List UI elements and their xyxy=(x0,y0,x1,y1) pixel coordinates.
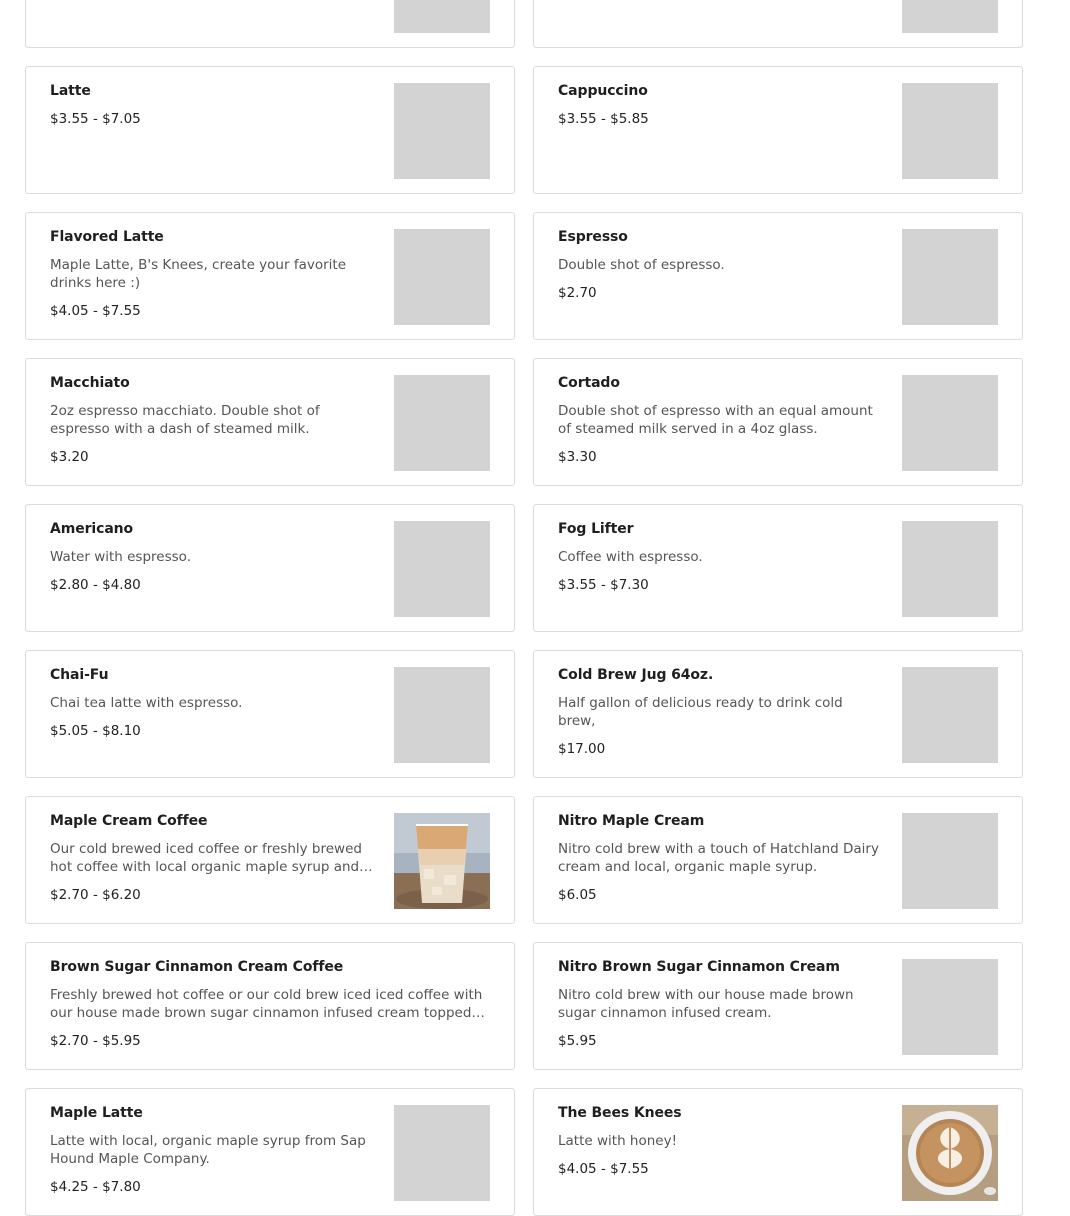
item-price: $4.05 - $7.55 xyxy=(558,1161,649,1177)
item-image-placeholder xyxy=(902,229,998,325)
menu-item-card-maple-cream-coffee[interactable]: Maple Cream Coffee Our cold brewed iced … xyxy=(25,796,515,924)
item-name: Chai-Fu xyxy=(50,667,109,683)
item-description: Coffee with espresso. xyxy=(558,549,703,565)
item-name: Cold Brew Jug 64oz. xyxy=(558,667,714,683)
item-price: $3.55 - $5.85 xyxy=(558,111,649,127)
item-description: Nitro cold brew with a touch of Hatchlan… xyxy=(558,841,879,875)
menu-item-card-latte[interactable]: Latte $3.55 - $7.05 xyxy=(25,66,515,194)
item-price: $4.25 - $7.80 xyxy=(50,1179,141,1195)
item-image-placeholder xyxy=(902,959,998,1055)
item-name: Cortado xyxy=(558,375,620,391)
menu-item-card-macchiato[interactable]: Macchiato 2oz espresso macchiato. Double… xyxy=(25,358,515,486)
item-description: Double shot of espresso. xyxy=(558,257,725,273)
item-image-placeholder xyxy=(902,375,998,471)
menu-item-grid: Latte $3.55 - $7.05 Cappuccino $3.55 - $… xyxy=(0,0,1070,1216)
menu-item-card-espresso[interactable]: Espresso Double shot of espresso. $2.70 xyxy=(533,212,1023,340)
item-image-placeholder xyxy=(394,1105,490,1201)
item-image-placeholder xyxy=(902,83,998,179)
item-price: $2.70 - $6.20 xyxy=(50,887,141,903)
item-description: Nitro cold brew with our house made brow… xyxy=(558,987,854,1021)
item-price: $2.80 - $4.80 xyxy=(50,577,141,593)
item-description: Double shot of espresso with an equal am… xyxy=(558,403,873,437)
item-image-placeholder xyxy=(902,0,998,33)
item-name: Cappuccino xyxy=(558,83,648,99)
menu-item-card-cold-brew-jug[interactable]: Cold Brew Jug 64oz. Half gallon of delic… xyxy=(533,650,1023,778)
menu-item-card-the-bees-knees[interactable]: The Bees Knees Latte with honey! $4.05 -… xyxy=(533,1088,1023,1216)
item-name: Macchiato xyxy=(50,375,130,391)
latte-art-photo-icon xyxy=(902,1105,998,1201)
item-price: $5.05 - $8.10 xyxy=(50,723,141,739)
item-name: Flavored Latte xyxy=(50,229,164,245)
item-name: Espresso xyxy=(558,229,628,245)
item-name: Nitro Maple Cream xyxy=(558,813,705,829)
item-description: Latte with honey! xyxy=(558,1133,677,1149)
iced-coffee-photo-icon xyxy=(394,813,490,909)
item-price: $2.70 xyxy=(558,285,597,301)
item-price: $3.30 xyxy=(558,449,597,465)
item-description: Freshly brewed hot coffee or our cold br… xyxy=(50,987,483,1021)
item-price: $4.05 - $7.55 xyxy=(50,303,141,319)
item-name: Maple Latte xyxy=(50,1105,143,1121)
menu-item-card-cortado[interactable]: Cortado Double shot of espresso with an … xyxy=(533,358,1023,486)
item-image-placeholder xyxy=(394,667,490,763)
item-name: Brown Sugar Cinnamon Cream Coffee xyxy=(50,959,344,975)
menu-item-card-fog-lifter[interactable]: Fog Lifter Coffee with espresso. $3.55 -… xyxy=(533,504,1023,632)
item-image-placeholder xyxy=(394,229,490,325)
item-name: Fog Lifter xyxy=(558,521,634,537)
item-image-placeholder xyxy=(902,813,998,909)
item-description: Chai tea latte with espresso. xyxy=(50,695,243,711)
item-price: $3.55 - $7.05 xyxy=(50,111,141,127)
menu-item-card-nitro-maple-cream[interactable]: Nitro Maple Cream Nitro cold brew with a… xyxy=(533,796,1023,924)
menu-item-card-maple-latte[interactable]: Maple Latte Latte with local, organic ma… xyxy=(25,1088,515,1216)
menu-item-card-chai-fu[interactable]: Chai-Fu Chai tea latte with espresso. $5… xyxy=(25,650,515,778)
menu-item-card-brown-sugar-cinnamon-cream-coffee[interactable]: Brown Sugar Cinnamon Cream Coffee Freshl… xyxy=(25,942,515,1070)
item-description: Latte with local, organic maple syrup fr… xyxy=(50,1133,366,1167)
item-image-placeholder xyxy=(394,0,490,33)
item-name: The Bees Knees xyxy=(558,1105,682,1121)
item-price: $17.00 xyxy=(558,741,606,757)
item-description: Water with espresso. xyxy=(50,549,191,565)
item-price: $3.55 - $7.30 xyxy=(558,577,649,593)
item-description: Our cold brewed iced coffee or freshly b… xyxy=(50,841,373,875)
item-image-placeholder xyxy=(902,521,998,617)
menu-item-card-flavored-latte[interactable]: Flavored Latte Maple Latte, B's Knees, c… xyxy=(25,212,515,340)
item-price: $6.05 xyxy=(558,887,597,903)
item-price: $2.70 - $5.95 xyxy=(50,1033,141,1049)
item-name: Americano xyxy=(50,521,134,537)
item-name: Latte xyxy=(50,83,91,99)
item-price: $5.95 xyxy=(558,1033,597,1049)
menu-item-card-cappuccino[interactable]: Cappuccino $3.55 - $5.85 xyxy=(533,66,1023,194)
menu-item-card[interactable] xyxy=(533,0,1023,48)
item-image-placeholder xyxy=(902,667,998,763)
menu-item-card-americano[interactable]: Americano Water with espresso. $2.80 - $… xyxy=(25,504,515,632)
item-name: Nitro Brown Sugar Cinnamon Cream xyxy=(558,959,840,975)
menu-item-card-nitro-brown-sugar-cinnamon-cream[interactable]: Nitro Brown Sugar Cinnamon Cream Nitro c… xyxy=(533,942,1023,1070)
item-price: $3.20 xyxy=(50,449,89,465)
item-image-placeholder xyxy=(394,375,490,471)
item-description: Maple Latte, B's Knees, create your favo… xyxy=(50,257,347,291)
item-image-placeholder xyxy=(394,83,490,179)
item-description: 2oz espresso macchiato. Double shot of e… xyxy=(50,403,320,437)
item-name: Maple Cream Coffee xyxy=(50,813,208,829)
item-description: Half gallon of delicious ready to drink … xyxy=(558,695,843,729)
item-photo-iced-coffee xyxy=(394,813,490,909)
item-image-placeholder xyxy=(394,521,490,617)
menu-item-card[interactable] xyxy=(25,0,515,48)
item-photo-latte-art xyxy=(902,1105,998,1201)
